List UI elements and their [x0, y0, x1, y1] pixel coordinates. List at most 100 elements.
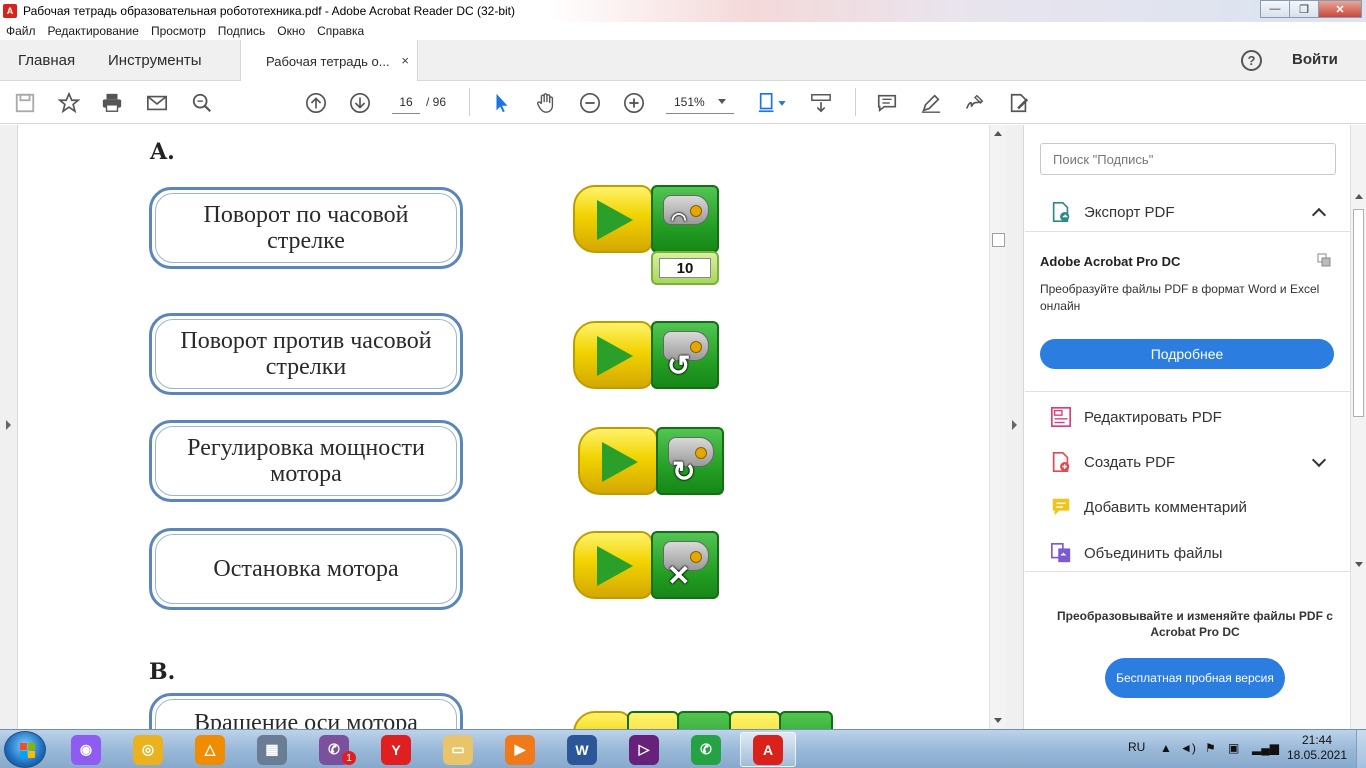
- taskbar-button-media-player[interactable]: ▶: [492, 732, 548, 767]
- tab-document-label: Рабочая тетрадь о...: [266, 53, 390, 69]
- next-page-icon[interactable]: [348, 91, 372, 115]
- tool-item-create-pdf[interactable]: Создать PDF: [1049, 447, 1175, 477]
- sign-icon[interactable]: [963, 91, 987, 115]
- tab-tools[interactable]: Инструменты: [108, 40, 202, 81]
- close-window-button[interactable]: ✕: [1318, 0, 1362, 18]
- document-scrollbar[interactable]: [989, 125, 1006, 729]
- tool-label: Добавить комментарий: [1084, 498, 1247, 516]
- print-icon[interactable]: [100, 91, 124, 115]
- page-fit-dropdown-icon[interactable]: [776, 91, 788, 115]
- system-clock[interactable]: 21:44 18.05.2021: [1282, 733, 1352, 763]
- taskbar-button-yandex-browser[interactable]: Y: [368, 732, 424, 767]
- collapse-right-icon: [1012, 420, 1017, 430]
- divider: [1025, 391, 1350, 392]
- menu-view[interactable]: Просмотр: [151, 24, 206, 38]
- select-cursor-icon[interactable]: [490, 91, 514, 115]
- command-text: Поворот против часовой стрелки: [155, 319, 457, 389]
- whatsapp-icon: ✆: [691, 734, 721, 765]
- tool-item-add-comment[interactable]: Добавить комментарий: [1049, 492, 1247, 522]
- tool-item-combine-files[interactable]: Объединить файлы: [1049, 538, 1222, 568]
- menu-bar: Файл Редактирование Просмотр Подпись Окн…: [0, 22, 1366, 40]
- export-pdf-item[interactable]: Экспорт PDF: [1049, 197, 1175, 227]
- taskbar-button-chrome[interactable]: ◎: [120, 732, 176, 767]
- tools-search-input[interactable]: Поиск "Подпись": [1040, 143, 1336, 175]
- scroll-thumb[interactable]: [1353, 209, 1364, 417]
- page-number-input[interactable]: 16: [392, 90, 420, 114]
- taskbar-button-avast[interactable]: △: [182, 732, 238, 767]
- menu-edit[interactable]: Редактирование: [48, 24, 139, 38]
- scroll-mode-icon[interactable]: [809, 91, 833, 115]
- taskbar-button-file-explorer[interactable]: ▭: [430, 732, 486, 767]
- left-panel-toggle[interactable]: [0, 125, 18, 729]
- motor-block: [677, 711, 731, 729]
- scroll-up-icon[interactable]: [994, 131, 1002, 136]
- network-signal-icon[interactable]: ▂▄▆: [1252, 741, 1279, 755]
- taskbar-button-word[interactable]: W: [554, 732, 610, 767]
- chevron-down-icon[interactable]: [1311, 452, 1327, 468]
- scroll-down-icon[interactable]: [994, 718, 1002, 723]
- command-box-power: Регулировка мощности мотора: [149, 420, 463, 502]
- hand-tool-icon[interactable]: [534, 91, 558, 115]
- start-button[interactable]: [4, 731, 46, 768]
- comment-icon[interactable]: [875, 91, 899, 115]
- zoom-in-icon[interactable]: [622, 91, 646, 115]
- alice-icon: ◉: [71, 734, 101, 765]
- zoom-select[interactable]: 151%: [666, 90, 734, 114]
- clock-date: 18.05.2021: [1286, 748, 1348, 762]
- more-info-button[interactable]: Подробнее: [1040, 339, 1334, 369]
- windows-logo-icon: [20, 743, 35, 758]
- language-indicator[interactable]: RU: [1128, 740, 1145, 754]
- right-panel-toggle[interactable]: [1006, 125, 1024, 729]
- avast-icon: △: [195, 734, 225, 765]
- save-icon[interactable]: [13, 91, 37, 115]
- taskbar-button-alice[interactable]: ◉: [58, 732, 114, 767]
- tools-pane-scrollbar[interactable]: [1350, 125, 1366, 729]
- scroll-thumb[interactable]: [992, 233, 1005, 247]
- taskbar-button-whatsapp[interactable]: ✆: [678, 732, 734, 767]
- tab-document[interactable]: Рабочая тетрадь о... ×: [240, 40, 418, 82]
- show-desktop-button[interactable]: [1356, 730, 1366, 768]
- signin-button[interactable]: Войти: [1292, 51, 1338, 68]
- play-icon: [602, 442, 638, 482]
- copy-icon[interactable]: [1317, 253, 1331, 267]
- close-tab-icon[interactable]: ×: [401, 53, 409, 68]
- motor-block: ↺: [651, 321, 719, 389]
- edit-pdf-tool-icon[interactable]: [1007, 91, 1031, 115]
- scroll-up-icon[interactable]: [1355, 194, 1363, 199]
- bottom-promo-text: Преобразовывайте и изменяйте файлы PDF с…: [1057, 609, 1333, 639]
- export-pdf-icon: [1049, 200, 1073, 224]
- bookmark-star-icon[interactable]: [57, 91, 81, 115]
- volume-icon[interactable]: ◄): [1180, 741, 1196, 755]
- tray-overflow-icon[interactable]: ▲: [1160, 741, 1172, 755]
- menu-sign[interactable]: Подпись: [218, 24, 266, 38]
- menu-file[interactable]: Файл: [6, 24, 36, 38]
- taskbar-button-visual-studio[interactable]: ▷: [616, 732, 672, 767]
- action-center-flag-icon[interactable]: ⚑: [1205, 741, 1216, 755]
- stop-x-icon: ✕: [667, 560, 691, 591]
- motor-block: ↻: [656, 427, 724, 495]
- search-zoom-icon[interactable]: [190, 91, 214, 115]
- yandex-browser-icon: Y: [381, 734, 411, 765]
- email-icon[interactable]: [145, 91, 169, 115]
- free-trial-button[interactable]: Бесплатная пробная версия: [1105, 658, 1285, 698]
- taskbar-button-acrobat[interactable]: A: [740, 732, 796, 767]
- restore-button[interactable]: ❐: [1289, 0, 1319, 18]
- combine-files-icon: [1049, 541, 1073, 565]
- tool-item-edit-pdf[interactable]: Редактировать PDF: [1049, 402, 1222, 432]
- scroll-down-icon[interactable]: [1355, 562, 1363, 567]
- highlight-pen-icon[interactable]: [919, 91, 943, 115]
- minimize-button[interactable]: —: [1260, 0, 1290, 18]
- play-icon: [597, 336, 633, 376]
- tab-home[interactable]: Главная: [18, 40, 75, 81]
- prev-page-icon[interactable]: [304, 91, 328, 115]
- comment-icon: [1049, 495, 1073, 519]
- taskbar-button-viber[interactable]: ✆ 1: [306, 732, 362, 767]
- zoom-out-icon[interactable]: [578, 91, 602, 115]
- start-block: [573, 531, 653, 599]
- device-icon[interactable]: ▣: [1228, 741, 1239, 755]
- chevron-up-icon[interactable]: [1311, 207, 1327, 223]
- menu-window[interactable]: Окно: [277, 24, 305, 38]
- help-icon[interactable]: ?: [1241, 50, 1262, 71]
- taskbar-button-calculator[interactable]: ▦: [244, 732, 300, 767]
- menu-help[interactable]: Справка: [317, 24, 364, 38]
